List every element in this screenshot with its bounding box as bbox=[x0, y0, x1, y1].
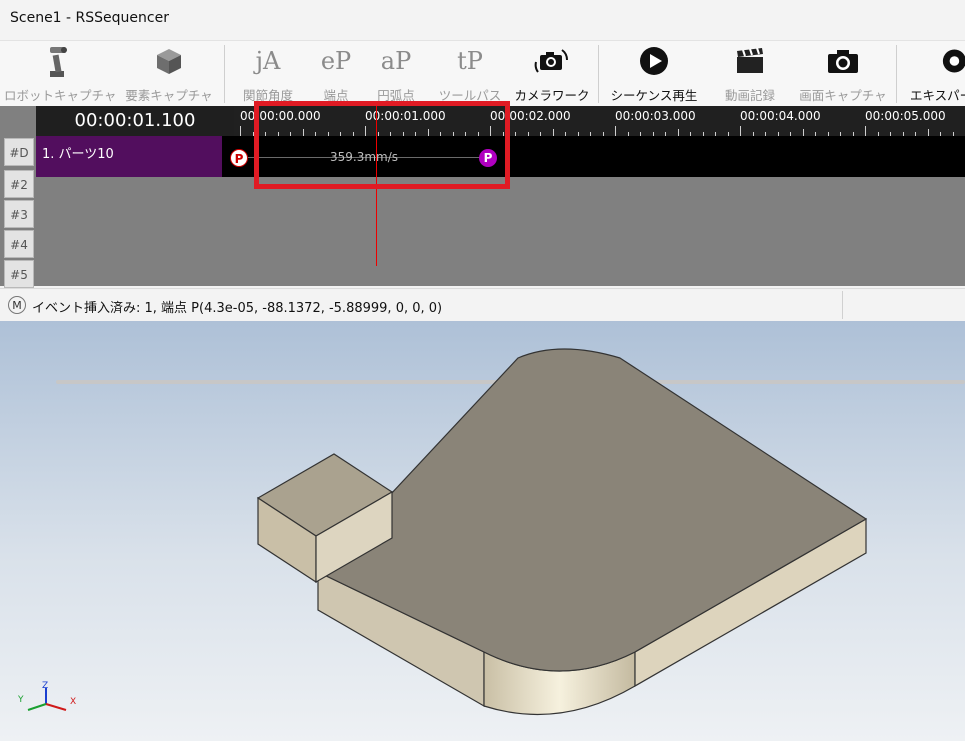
ruler-tick bbox=[927, 129, 929, 136]
row-header-5[interactable]: #5 bbox=[4, 260, 34, 288]
title-bar: Scene1 - RSSequencer bbox=[0, 0, 965, 38]
export-icon bbox=[904, 41, 965, 81]
clapperboard-icon bbox=[712, 41, 788, 81]
row-header-4[interactable]: #4 bbox=[4, 230, 34, 258]
tool-path-icon: tP bbox=[457, 47, 483, 75]
joint-angle-button[interactable]: jA 関節角度 bbox=[232, 41, 304, 105]
axis-triad-icon: Z X Y bbox=[14, 680, 84, 726]
part-label[interactable]: 1. パーツ10 bbox=[36, 136, 222, 177]
status-divider bbox=[842, 291, 843, 319]
ruler-tick bbox=[677, 129, 679, 136]
row-header-2[interactable]: #2 bbox=[4, 170, 34, 198]
robot-arm-icon bbox=[4, 41, 114, 81]
base-plate-model[interactable] bbox=[317, 348, 868, 716]
toolbar-separator bbox=[896, 45, 897, 103]
status-mode-icon: M bbox=[8, 296, 26, 314]
status-message: イベント挿入済み: 1, 端点 P(4.3e-05, -88.1372, -5.… bbox=[32, 301, 443, 316]
viewport-3d[interactable] bbox=[0, 320, 965, 741]
axis-y-label: Y bbox=[17, 695, 24, 705]
ruler-time-label: 00:00:04.000 bbox=[740, 109, 821, 123]
video-record-button[interactable]: 動画記録 bbox=[712, 41, 788, 105]
arc-point-button[interactable]: aP 円弧点 bbox=[368, 41, 424, 105]
ruler-tick bbox=[740, 126, 741, 136]
camera-icon bbox=[798, 41, 888, 81]
toolbar-separator bbox=[224, 45, 225, 103]
endpoint-button[interactable]: eP 端点 bbox=[308, 41, 364, 105]
ruler-tick bbox=[615, 126, 616, 136]
ruler-time-label: 00:00:03.000 bbox=[615, 109, 696, 123]
ruler-tick bbox=[552, 129, 554, 136]
tool-path-button[interactable]: tP ツールパス bbox=[434, 41, 506, 105]
highlight-rectangle bbox=[254, 101, 510, 189]
status-bar: M イベント挿入済み: 1, 端点 P(4.3e-05, -88.1372, -… bbox=[0, 288, 965, 321]
ruler-tick bbox=[240, 126, 241, 136]
arc-point-icon: aP bbox=[380, 47, 412, 75]
endpoint-icon: eP bbox=[320, 47, 352, 75]
camera-rotate-icon bbox=[514, 41, 590, 81]
ruler-tick bbox=[802, 129, 804, 136]
joint-angle-icon: jA bbox=[255, 47, 281, 75]
start-point-marker[interactable]: P bbox=[230, 149, 248, 167]
ruler-time-label: 00:00:05.000 bbox=[865, 109, 946, 123]
axis-x-label: X bbox=[70, 697, 76, 707]
ruler-tick bbox=[865, 126, 866, 136]
current-time-display: 00:00:01.100 bbox=[36, 106, 234, 136]
row-header-d[interactable]: #D bbox=[4, 138, 34, 166]
play-icon bbox=[606, 41, 702, 81]
window-title: Scene1 - RSSequencer bbox=[10, 10, 169, 26]
sequence-play-button[interactable]: シーケンス再生 bbox=[606, 41, 702, 105]
cube-icon bbox=[122, 41, 216, 81]
row-header-3[interactable]: #3 bbox=[4, 200, 34, 228]
toolbar-separator bbox=[598, 45, 599, 103]
screen-capture-button[interactable]: 画面キャプチャ bbox=[798, 41, 888, 105]
robot-capture-button[interactable]: ロボットキャプチャ bbox=[4, 41, 116, 105]
axis-z-label: Z bbox=[42, 681, 48, 691]
element-capture-button[interactable]: 要素キャプチャ bbox=[122, 41, 216, 105]
app-window: Scene1 - RSSequencer ロボットキャプチャ 要素キャプチャ j… bbox=[0, 0, 965, 384]
export-button[interactable]: エキスパー bbox=[904, 41, 965, 105]
toolbar: ロボットキャプチャ 要素キャプチャ jA 関節角度 eP 端点 aP 円弧点 t… bbox=[0, 40, 965, 107]
camera-work-button[interactable]: カメラワーク bbox=[514, 41, 590, 105]
